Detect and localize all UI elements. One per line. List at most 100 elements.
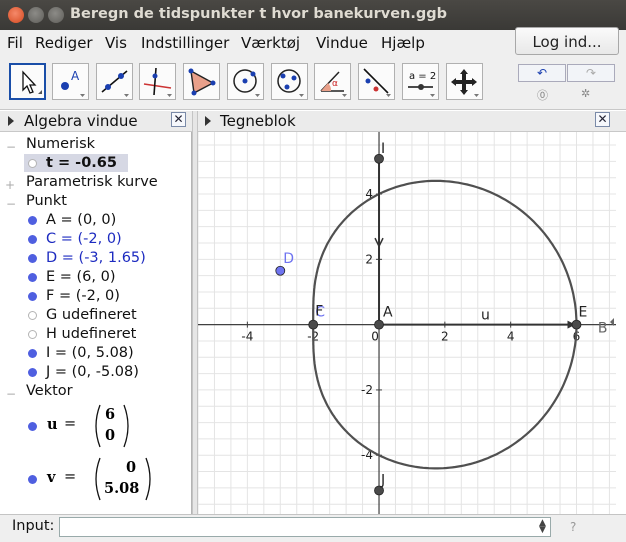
visibility-toggle-H[interactable] bbox=[28, 330, 37, 339]
point-label-A: A bbox=[383, 305, 393, 321]
y-tick-label: 2 bbox=[365, 252, 373, 266]
visibility-toggle-A[interactable] bbox=[28, 216, 37, 225]
category-punkt[interactable]: Punkt bbox=[26, 193, 67, 209]
move-view-tool-button[interactable] bbox=[446, 63, 483, 100]
point-A-marker[interactable] bbox=[374, 319, 384, 330]
point-label-J: J bbox=[380, 472, 385, 488]
algebra-close-button[interactable]: ✕ bbox=[171, 112, 186, 127]
visibility-toggle-G[interactable] bbox=[28, 311, 37, 320]
x-tick-label: -4 bbox=[241, 330, 253, 344]
point-E-marker[interactable] bbox=[571, 319, 582, 330]
x-tick-label: 0 bbox=[371, 330, 379, 344]
reflect-icon bbox=[363, 68, 391, 97]
visibility-toggle-t[interactable] bbox=[28, 159, 37, 168]
move-tool-button[interactable] bbox=[9, 63, 46, 100]
graphics-title: Tegneblok bbox=[220, 112, 296, 130]
svg-text:a = 2: a = 2 bbox=[409, 71, 436, 82]
cursor-arrow-icon bbox=[22, 70, 42, 94]
angle-icon: α bbox=[320, 71, 347, 97]
input-help-icon[interactable]: ? bbox=[570, 520, 576, 534]
x-tick-label: 4 bbox=[507, 330, 515, 344]
point-E[interactable]: E = (6, 0) bbox=[46, 269, 116, 285]
point-D[interactable]: D = (-3, 1.65) bbox=[46, 250, 146, 266]
vector-v-name[interactable]: v bbox=[47, 469, 55, 486]
point-A[interactable]: A = (0, 0) bbox=[46, 212, 116, 228]
point-F[interactable]: F = (-2, 0) bbox=[46, 288, 120, 304]
point-C[interactable]: C = (-2, 0) bbox=[46, 231, 122, 247]
point-label-I: I bbox=[381, 141, 385, 157]
point-label-D: D bbox=[283, 251, 294, 267]
conic-tool-button[interactable] bbox=[271, 63, 308, 100]
visibility-toggle-C[interactable] bbox=[28, 235, 37, 244]
category-vektor[interactable]: Vektor bbox=[26, 383, 73, 399]
graphics-close-button[interactable]: ✕ bbox=[595, 112, 610, 127]
menu-help[interactable]: Hjælp bbox=[381, 34, 425, 52]
point-labels: ACF EIJDB bbox=[283, 141, 607, 489]
perpendicular-line-tool-button[interactable] bbox=[139, 63, 176, 100]
undo-button[interactable]: ↶ bbox=[518, 64, 566, 82]
visibility-toggle-v[interactable] bbox=[28, 475, 37, 484]
visibility-toggle-u[interactable] bbox=[28, 422, 37, 431]
menu-file[interactable]: Fil bbox=[7, 34, 23, 52]
line-tool-button[interactable] bbox=[96, 63, 133, 100]
point-icon: A bbox=[61, 69, 85, 97]
point-H[interactable]: H udefineret bbox=[46, 326, 136, 342]
input-field[interactable] bbox=[59, 517, 551, 537]
slider-tool-button[interactable]: a = 2 bbox=[402, 63, 439, 100]
panel-collapse-icon[interactable] bbox=[8, 116, 14, 126]
menu-window[interactable]: Vindue bbox=[316, 34, 368, 52]
vector-u-label: u bbox=[481, 308, 490, 324]
point-tool-button[interactable]: A bbox=[52, 63, 89, 100]
angle-tool-button[interactable]: α bbox=[314, 63, 351, 100]
gear-icon[interactable]: ✲ bbox=[581, 87, 590, 100]
axes bbox=[198, 132, 616, 514]
vector-v-y: 5.08 bbox=[104, 480, 140, 497]
maximize-window-button[interactable] bbox=[48, 7, 64, 23]
category-parametrisk[interactable]: Parametrisk kurve bbox=[26, 174, 158, 190]
login-button[interactable]: Log ind... bbox=[515, 27, 619, 55]
grid bbox=[198, 132, 616, 514]
window-title: Beregn de tidspunkter t hvor banekurven.… bbox=[70, 6, 448, 22]
visibility-toggle-F[interactable] bbox=[28, 292, 37, 301]
point-I[interactable]: I = (0, 5.08) bbox=[46, 345, 134, 361]
collapse-vektor-icon[interactable]: − bbox=[6, 387, 16, 401]
slider-icon: a = 2 bbox=[408, 71, 436, 97]
x-tick-label: 2 bbox=[441, 330, 449, 344]
menu-settings[interactable]: Indstillinger bbox=[141, 34, 229, 52]
y-tick-label: -2 bbox=[361, 383, 373, 397]
vector-u-name[interactable]: u bbox=[47, 416, 58, 433]
circle-tool-button[interactable] bbox=[227, 63, 264, 100]
number-t[interactable]: t = -0.65 bbox=[46, 155, 117, 171]
close-window-button[interactable] bbox=[8, 7, 24, 23]
perpendicular-line-icon bbox=[143, 67, 172, 97]
expand-parametrisk-icon[interactable]: + bbox=[5, 178, 15, 192]
point-J[interactable]: J = (0, -5.08) bbox=[46, 364, 139, 380]
vector-v-equals: = bbox=[64, 469, 77, 485]
point-D-marker[interactable] bbox=[275, 265, 286, 276]
menu-edit[interactable]: Rediger bbox=[35, 34, 93, 52]
reflect-tool-button[interactable] bbox=[358, 63, 395, 100]
menu-tools[interactable]: Værktøj bbox=[241, 34, 300, 52]
visibility-toggle-D[interactable] bbox=[28, 254, 37, 263]
input-history-icon[interactable]: ▲ ▼ bbox=[539, 519, 546, 535]
redo-button[interactable]: ↷ bbox=[567, 64, 615, 82]
point-G[interactable]: G udefineret bbox=[46, 307, 137, 323]
collapse-punkt-icon[interactable]: − bbox=[6, 197, 16, 211]
visibility-toggle-I[interactable] bbox=[28, 349, 37, 358]
graphics-view[interactable]: -4 -2 0 2 4 642-2-4 u ACF EIJDB bbox=[198, 132, 616, 514]
svg-text:α: α bbox=[332, 79, 338, 89]
point-label-F: F bbox=[315, 304, 323, 320]
collapse-numerisk-icon[interactable]: − bbox=[6, 140, 16, 154]
visibility-toggle-J[interactable] bbox=[28, 368, 37, 377]
category-numerisk[interactable]: Numerisk bbox=[26, 136, 95, 152]
minimize-window-button[interactable] bbox=[28, 7, 44, 23]
graphics-collapse-icon[interactable] bbox=[205, 116, 211, 126]
help-icon[interactable]: ⓪ bbox=[537, 87, 548, 103]
polygon-tool-button[interactable] bbox=[183, 63, 220, 100]
menu-view[interactable]: Vis bbox=[105, 34, 127, 52]
point-F-marker[interactable] bbox=[308, 319, 319, 330]
circle-icon bbox=[233, 69, 260, 97]
vector-u-y: 0 bbox=[105, 427, 116, 444]
visibility-toggle-E[interactable] bbox=[28, 273, 37, 282]
polygon-icon bbox=[188, 68, 216, 96]
